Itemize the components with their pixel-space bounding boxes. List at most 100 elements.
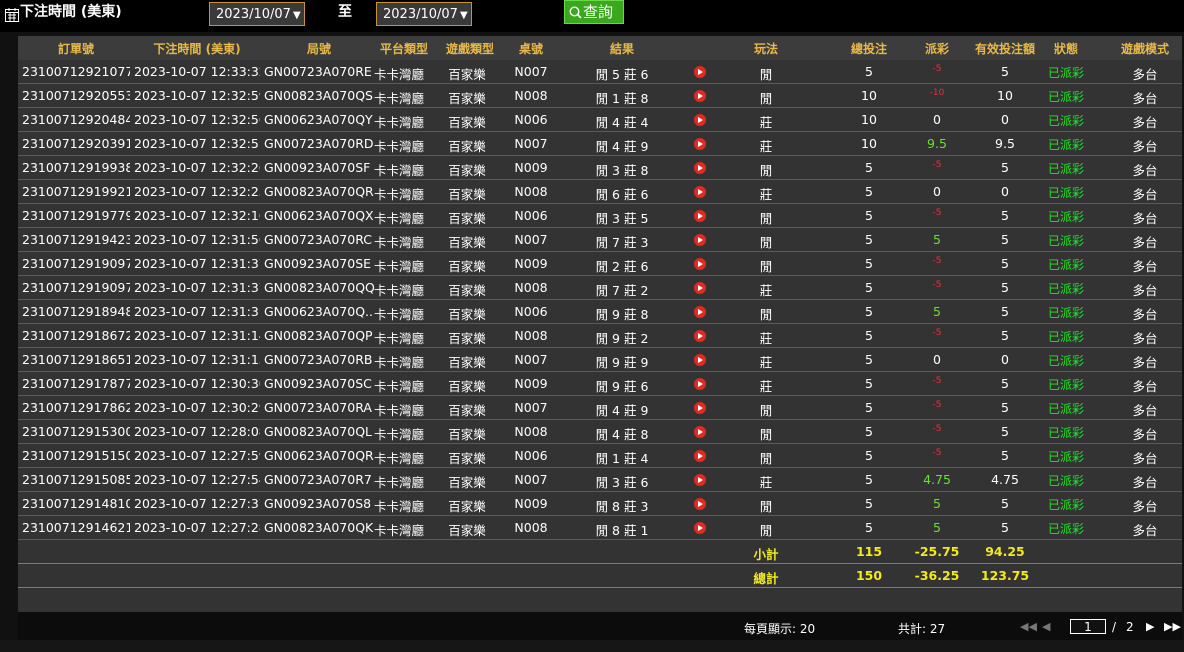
start-date-select[interactable]: 2023/10/07 ▼ <box>209 2 305 26</box>
play-video-icon[interactable] <box>694 402 706 414</box>
cell-game: 百家樂 <box>448 163 486 178</box>
play-video-icon[interactable] <box>694 474 706 486</box>
cell-status: 已派彩 <box>1047 282 1084 296</box>
cell-table: N008 <box>514 88 548 103</box>
cell-round: GN00823A070QR <box>264 184 374 199</box>
table-row: 231007129186516 2023-10-07 12:31:13 GN0072… <box>18 348 1182 372</box>
column-header: 平台類型 <box>379 42 428 56</box>
cell-table: N008 <box>514 520 548 535</box>
cell-order: 231007129197791 <box>22 208 130 223</box>
cell-table: N007 <box>514 352 548 367</box>
subtotal-label: 小計 <box>753 547 779 562</box>
page-input[interactable]: 1 <box>1070 619 1106 634</box>
play-video-icon[interactable] <box>694 114 706 126</box>
cell-payout: 5 <box>933 496 941 511</box>
column-header: 下注時間 (美東) <box>153 42 241 56</box>
cell-bet: 莊 <box>759 187 773 202</box>
play-video-icon[interactable] <box>694 138 706 150</box>
cell-platform: 卡卡灣廳 <box>374 115 425 130</box>
cell-valid: 5 <box>1001 280 1009 295</box>
cell-order: 231007129203910 <box>22 136 130 151</box>
cell-time: 2023-10-07 12:32:26 <box>134 160 260 175</box>
cell-time: 2023-10-07 12:32:56 <box>134 112 260 127</box>
cell-time: 2023-10-07 12:27:37 <box>134 496 260 511</box>
play-video-icon[interactable] <box>694 258 706 270</box>
to-label: 至 <box>338 4 352 20</box>
cell-time: 2023-10-07 12:28:08 <box>134 424 260 439</box>
play-video-icon[interactable] <box>694 522 706 534</box>
cell-total: 5 <box>865 424 873 439</box>
play-video-icon[interactable] <box>694 498 706 510</box>
cell-payout: -5 <box>932 328 942 338</box>
dropdown-arrow-icon: ▼ <box>292 10 301 21</box>
calendar-icon <box>5 8 19 22</box>
cell-round: GN00823A070QS <box>264 88 373 103</box>
cell-valid: 5 <box>1001 448 1009 463</box>
cell-mode: 多台 <box>1132 331 1158 346</box>
cell-platform: 卡卡灣廳 <box>374 67 425 82</box>
cell-total: 5 <box>865 304 873 319</box>
cell-game: 百家樂 <box>448 235 486 250</box>
cell-status: 已派彩 <box>1047 234 1084 248</box>
table-row: 231007129199210 2023-10-07 12:32:25 GN0082… <box>18 180 1182 204</box>
cell-payout: -5 <box>932 208 942 218</box>
cell-mode: 多台 <box>1132 499 1158 514</box>
cell-valid: 5 <box>1001 256 1009 271</box>
prev-page-icon[interactable]: ◀ <box>1042 620 1050 633</box>
cell-valid: 5 <box>1001 232 1009 247</box>
grandtotal-payout: -36.25 <box>914 568 960 583</box>
column-header: 訂單號 <box>57 42 94 56</box>
cell-mode: 多台 <box>1132 163 1158 178</box>
cell-bet: 閒 <box>759 67 773 82</box>
play-video-icon[interactable] <box>694 378 706 390</box>
cell-round: GN00723A070RE <box>264 64 372 79</box>
cell-status: 已派彩 <box>1047 306 1084 320</box>
play-video-icon[interactable] <box>694 186 706 198</box>
cell-platform: 卡卡灣廳 <box>374 139 425 154</box>
play-video-icon[interactable] <box>694 330 706 342</box>
end-date-select[interactable]: 2023/10/07 ▼ <box>376 2 472 26</box>
cell-total: 5 <box>865 160 873 175</box>
column-header: 總投注 <box>850 42 887 56</box>
cell-game: 百家樂 <box>448 187 486 202</box>
cell-bet: 莊 <box>759 331 773 346</box>
cell-game: 百家樂 <box>448 91 486 106</box>
play-video-icon[interactable] <box>694 450 706 462</box>
column-header: 遊戲模式 <box>1120 42 1169 56</box>
play-video-icon[interactable] <box>694 234 706 246</box>
cell-order: 231007129190976 <box>22 256 130 271</box>
play-video-icon[interactable] <box>694 282 706 294</box>
cell-time: 2023-10-07 12:31:37 <box>134 256 260 271</box>
table-row: 231007129197791 2023-10-07 12:32:16 GN0062… <box>18 204 1182 228</box>
cell-order: 231007129205534 <box>22 88 130 103</box>
play-video-icon[interactable] <box>694 306 706 318</box>
query-button[interactable]: 查詢 <box>564 0 624 24</box>
bottom-strip <box>0 640 1184 652</box>
cell-valid: 5 <box>1001 208 1009 223</box>
play-video-icon[interactable] <box>694 354 706 366</box>
last-page-icon[interactable]: ▶▶ <box>1164 620 1181 633</box>
table-row: 231007129204846 2023-10-07 12:32:56 GN0062… <box>18 108 1182 132</box>
table-row: 231007129148104 2023-10-07 12:27:37 GN0092… <box>18 492 1182 516</box>
column-header: 局號 <box>306 42 331 56</box>
cell-time: 2023-10-07 12:31:31 <box>134 304 260 319</box>
cell-bet: 閒 <box>759 91 773 106</box>
cell-status: 已派彩 <box>1047 330 1084 344</box>
play-video-icon[interactable] <box>694 66 706 78</box>
cell-result: 閒 3 莊 8 <box>595 163 649 178</box>
cell-platform: 卡卡灣廳 <box>374 475 425 490</box>
cell-table: N008 <box>514 328 548 343</box>
play-video-icon[interactable] <box>694 162 706 174</box>
next-page-icon[interactable]: ▶ <box>1146 620 1154 633</box>
cell-result: 閒 9 莊 9 <box>595 355 649 370</box>
cell-round: GN00923A070S8 <box>264 496 372 511</box>
play-video-icon[interactable] <box>694 90 706 102</box>
play-video-icon[interactable] <box>694 210 706 222</box>
cell-time: 2023-10-07 12:27:28 <box>134 520 260 535</box>
play-video-icon[interactable] <box>694 426 706 438</box>
cell-game: 百家樂 <box>448 331 486 346</box>
cell-mode: 多台 <box>1132 115 1158 130</box>
first-page-icon[interactable]: ◀◀ <box>1020 620 1037 633</box>
cell-payout: 0 <box>933 112 941 127</box>
cell-round: GN00823A070QL <box>264 424 373 439</box>
